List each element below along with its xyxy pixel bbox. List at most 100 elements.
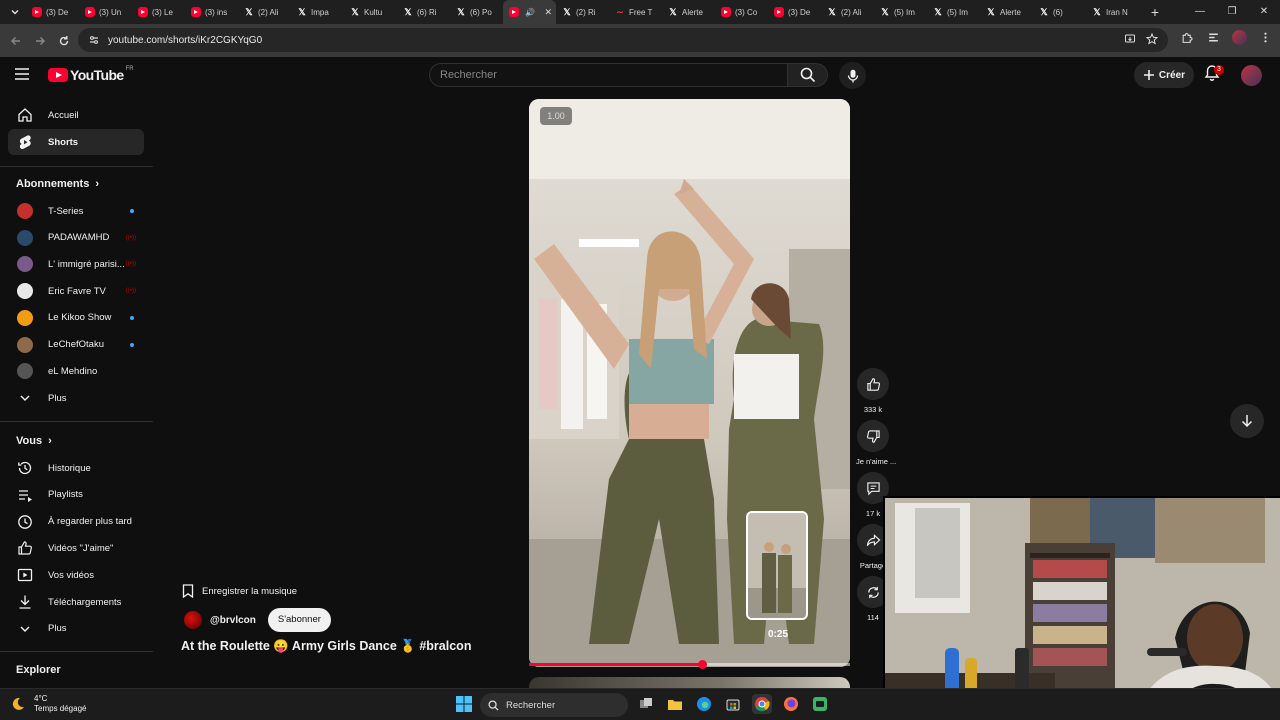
- sidebar-item-shorts[interactable]: Shorts: [8, 129, 144, 155]
- voice-search-button[interactable]: [839, 62, 866, 89]
- browser-menu-button[interactable]: [1256, 28, 1274, 46]
- obs-studio-icon[interactable]: [810, 694, 830, 714]
- youtube-favicon-icon: [138, 7, 148, 17]
- taskbar-search[interactable]: Rechercher: [480, 693, 628, 717]
- extensions-button[interactable]: [1178, 28, 1196, 46]
- x-favicon-icon: 𝕏: [1040, 6, 1048, 17]
- channel-avatar[interactable]: [184, 611, 202, 629]
- install-app-icon[interactable]: [1124, 33, 1136, 45]
- bookmark-icon: [182, 584, 194, 598]
- browser-tab[interactable]: 𝕏 (6): [1033, 1, 1086, 23]
- tab-title: (6) Po: [470, 7, 492, 17]
- browser-tab[interactable]: ∼ Free T: [609, 1, 662, 23]
- sidebar-item-subscription[interactable]: T-Series: [8, 198, 144, 224]
- weather-widget[interactable]: 4°C Temps dégagé: [10, 694, 86, 714]
- sidebar-item-subscription[interactable]: LeChefOtaku: [8, 332, 144, 358]
- you-section-header-label: Vous: [16, 435, 43, 447]
- browser-tab[interactable]: 𝕏 Alerte: [980, 1, 1033, 23]
- start-button[interactable]: [455, 695, 473, 713]
- sidebar-item-subscription[interactable]: eL Mehdino: [8, 358, 144, 384]
- tab-search-button[interactable]: [4, 2, 26, 22]
- task-view-icon[interactable]: [636, 694, 656, 714]
- progress-scrubber-handle[interactable]: [698, 660, 708, 669]
- channel-handle[interactable]: @brvlcon: [210, 615, 256, 626]
- browser-tab[interactable]: 𝕏 (2) Ali: [821, 1, 874, 23]
- tab-title: Kultu: [364, 7, 383, 17]
- browser-tab[interactable]: 𝕏 (5) Im: [927, 1, 980, 23]
- explore-section-header[interactable]: Explorer: [16, 664, 61, 676]
- channel-avatar: [16, 283, 34, 300]
- sidebar-item-accueil[interactable]: Accueil: [8, 102, 144, 128]
- address-bar[interactable]: youtube.com/shorts/iKr2CGKYqG0: [78, 28, 1168, 52]
- new-tab-button[interactable]: +: [1145, 4, 1165, 20]
- microsoft-store-icon[interactable]: [723, 694, 743, 714]
- browser-tab[interactable]: (3) De: [26, 1, 79, 23]
- browser-tab[interactable]: 𝕏 Impa: [291, 1, 344, 23]
- browser-tab[interactable]: (3) De: [768, 1, 821, 23]
- dislike-button[interactable]: [857, 420, 889, 452]
- sidebar-item-subscription[interactable]: Le Kikoo Show: [8, 305, 144, 331]
- sidebar-item-you[interactable]: À regarder plus tard: [8, 509, 144, 535]
- puzzle-icon: [1182, 32, 1193, 43]
- guide-menu-button[interactable]: [14, 67, 30, 81]
- browser-tab[interactable]: (3) Le: [132, 1, 185, 23]
- close-window-button[interactable]: ✕: [1248, 0, 1280, 24]
- browser-tab[interactable]: 𝕏 (2) Ri: [556, 1, 609, 23]
- video-progress-bar[interactable]: [529, 660, 850, 669]
- edge-browser-icon[interactable]: [694, 694, 714, 714]
- sidebar-item-more-subscriptions[interactable]: Plus: [8, 385, 144, 411]
- chrome-icon[interactable]: [752, 694, 772, 714]
- browser-tab[interactable]: 🔊 ✕: [503, 0, 556, 24]
- tab-title: Alerte: [682, 7, 703, 17]
- next-short-button[interactable]: [1230, 404, 1264, 438]
- sidebar-item-you[interactable]: Téléchargements: [8, 589, 144, 615]
- sidebar-item-you[interactable]: Historique: [8, 455, 144, 481]
- save-music-button[interactable]: Enregistrer la musique: [182, 580, 297, 602]
- maximize-button[interactable]: ❐: [1216, 0, 1248, 24]
- back-button[interactable]: [4, 29, 28, 53]
- file-explorer-icon[interactable]: [665, 694, 685, 714]
- sidebar-item-subscription[interactable]: L' immigré parisi... ((•)): [8, 251, 144, 277]
- search-button[interactable]: [788, 63, 828, 87]
- reading-list-button[interactable]: [1204, 28, 1222, 46]
- forward-button[interactable]: [28, 29, 52, 53]
- profile-avatar-browser[interactable]: [1230, 28, 1248, 46]
- browser-tab[interactable]: 𝕏 (5) Im: [874, 1, 927, 23]
- browser-tab[interactable]: 𝕏 Kultu: [344, 1, 397, 23]
- browser-tab[interactable]: (3) ins: [185, 1, 238, 23]
- youtube-logo[interactable]: YouTube FR: [48, 66, 134, 83]
- speaker-icon[interactable]: 🔊: [525, 8, 535, 17]
- create-button[interactable]: Créer: [1134, 62, 1194, 88]
- minimize-button[interactable]: —: [1184, 0, 1216, 24]
- bookmark-star-icon[interactable]: [1146, 33, 1158, 45]
- subscriptions-header[interactable]: Abonnements ›: [16, 178, 99, 190]
- sidebar-item-you[interactable]: Plus: [8, 616, 144, 642]
- sidebar-item-you[interactable]: Playlists: [8, 482, 144, 508]
- kebab-menu-icon: [1263, 32, 1267, 42]
- like-button[interactable]: [857, 368, 889, 400]
- sidebar-item-you[interactable]: Vidéos "J'aime": [8, 535, 144, 561]
- hamburger-menu-icon: [15, 68, 29, 80]
- you-section-header[interactable]: Vous ›: [16, 435, 52, 447]
- browser-tab[interactable]: 𝕏 (2) Ali: [238, 1, 291, 23]
- subscribe-button[interactable]: S'abonner: [267, 608, 331, 632]
- browser-tab[interactable]: 𝕏 Alerte: [662, 1, 715, 23]
- firefox-icon[interactable]: [781, 694, 801, 714]
- browser-tab[interactable]: 𝕏 (6) Po: [450, 1, 503, 23]
- plus-icon: [1143, 70, 1154, 80]
- sidebar-item-subscription[interactable]: Eric Favre TV ((•)): [8, 278, 144, 304]
- sidebar-item-subscription[interactable]: PADAWAMHD ((•)): [8, 225, 144, 251]
- browser-tab[interactable]: (3) Un: [79, 1, 132, 23]
- close-tab-icon[interactable]: ✕: [544, 7, 552, 18]
- sidebar-item-you[interactable]: Vos vidéos: [8, 562, 144, 588]
- create-label: Créer: [1158, 69, 1186, 81]
- reload-button[interactable]: [52, 29, 76, 53]
- short-title[interactable]: At the Roulette 😛 Army Girls Dance 🥇 #br…: [181, 639, 471, 654]
- browser-tab[interactable]: 𝕏 (6) Ri: [397, 1, 450, 23]
- site-favicon-icon: ∼: [616, 6, 624, 17]
- browser-tab[interactable]: (3) Co: [715, 1, 768, 23]
- account-avatar[interactable]: [1241, 65, 1262, 86]
- browser-tab[interactable]: 𝕏 Iran N: [1086, 1, 1139, 23]
- tab-title: Alerte: [1000, 7, 1021, 17]
- search-input[interactable]: Rechercher: [429, 63, 788, 87]
